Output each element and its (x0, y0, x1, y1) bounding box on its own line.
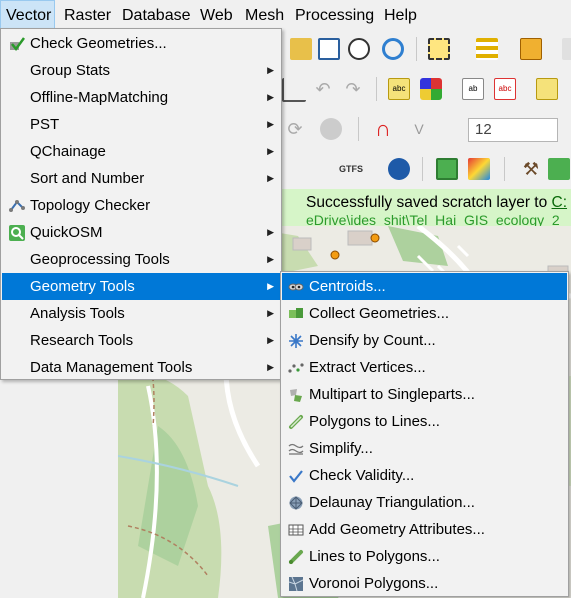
layers-panel (0, 378, 118, 598)
select-features-icon[interactable] (428, 38, 450, 60)
message-path: eDrive\ides_shit\Tel_Hai_GIS_ecology_2 (306, 212, 560, 227)
clock-icon[interactable] (348, 38, 370, 60)
rotate-icon[interactable] (320, 118, 342, 140)
toolbar-row-2: ↶ ↷ abc ab abc (280, 69, 571, 109)
vertex-tool-icon[interactable]: ⟳ (284, 118, 306, 140)
menu-database[interactable]: Database (117, 0, 196, 29)
menu-item-sort-and-number[interactable]: Sort and Number ▶ (2, 165, 280, 192)
menu-item-delaunay-triangulation[interactable]: Delaunay Triangulation... (282, 489, 567, 516)
gtfs-icon[interactable]: GTFS (336, 158, 366, 180)
menu-item-collect-geometries[interactable]: Collect Geometries... (282, 300, 567, 327)
menu-item-densify-by-count[interactable]: Densify by Count... (282, 327, 567, 354)
submenu-arrow-icon: ▶ (267, 254, 274, 264)
move-label-icon[interactable] (536, 78, 558, 100)
check-geometries-icon (10, 37, 25, 52)
menu-item-data-management-tools[interactable]: Data Management Tools ▶ (2, 354, 280, 381)
menu-processing[interactable]: Processing (290, 0, 379, 29)
collect-geometries-icon (289, 308, 303, 318)
digitize-icon[interactable] (282, 78, 306, 102)
menu-help[interactable]: Help (379, 0, 422, 29)
submenu-arrow-icon: ▶ (267, 146, 274, 156)
submenu-arrow-icon: ▶ (267, 92, 274, 102)
label-icon[interactable]: abc (388, 78, 410, 100)
menu-item-check-geometries[interactable]: Check Geometries... (2, 30, 280, 57)
lines-to-polygons-icon (289, 550, 303, 564)
topology-checker-icon (9, 200, 25, 212)
polygons-to-lines-icon (289, 415, 303, 429)
menu-item-qchainage[interactable]: QChainage ▶ (2, 138, 280, 165)
menu-web[interactable]: Web (195, 0, 238, 29)
densify-icon (289, 334, 303, 348)
hide-label-icon[interactable]: abc (494, 78, 516, 100)
check-validity-icon (289, 470, 303, 483)
menu-item-check-validity[interactable]: Check Validity... (282, 462, 567, 489)
save-project-icon[interactable] (290, 38, 312, 60)
menu-item-geometry-tools[interactable]: Geometry Tools ▶ (2, 273, 280, 300)
menu-mesh[interactable]: Mesh (240, 0, 289, 29)
menu-item-add-geometry-attributes[interactable]: Add Geometry Attributes... (282, 516, 567, 543)
menu-item-polygons-to-lines[interactable]: Polygons to Lines... (282, 408, 567, 435)
bookmark-icon[interactable] (318, 38, 340, 60)
menu-bar: Vector Raster Database Web Mesh Processi… (0, 0, 571, 29)
geometry-tools-submenu: Centroids... Collect Geometries... Densi… (280, 271, 569, 597)
overflow-icon[interactable] (562, 38, 571, 60)
menu-item-lines-to-polygons[interactable]: Lines to Polygons... (282, 543, 567, 570)
menu-item-offline-mapmatching[interactable]: Offline-MapMatching ▶ (2, 84, 280, 111)
extract-vertices-icon (288, 363, 304, 373)
menu-item-research-tools[interactable]: Research Tools ▶ (2, 327, 280, 354)
menu-item-topology-checker[interactable]: Topology Checker (2, 192, 280, 219)
toolbar-row-1 (280, 29, 571, 69)
submenu-arrow-icon: ▶ (267, 65, 274, 75)
bus-icon[interactable] (388, 158, 410, 180)
menu-item-group-stats[interactable]: Group Stats ▶ (2, 57, 280, 84)
menu-vector[interactable]: Vector (0, 0, 55, 29)
menu-item-geoprocessing-tools[interactable]: Geoprocessing Tools ▶ (2, 246, 280, 273)
pin-label-icon[interactable]: ab (462, 78, 484, 100)
delaunay-icon (289, 496, 303, 510)
multipart-icon (290, 389, 302, 402)
menu-item-analysis-tools[interactable]: Analysis Tools ▶ (2, 300, 280, 327)
diagram-icon[interactable] (420, 78, 442, 100)
submenu-arrow-icon: ▶ (267, 281, 274, 291)
snapping-tolerance-input[interactable]: 12 (468, 118, 558, 142)
message-bar: Successfully saved scratch layer to C: e… (280, 189, 571, 227)
message-text: Successfully saved scratch layer to (306, 194, 552, 211)
menu-item-centroids[interactable]: Centroids... (282, 273, 567, 300)
toolbar-row-4: GTFS ⚒ (280, 149, 571, 189)
submenu-arrow-icon: ▶ (267, 119, 274, 129)
plugin-icon[interactable] (548, 158, 570, 180)
quickosm-toolbar-icon[interactable] (436, 158, 458, 180)
menu-item-quickosm[interactable]: QuickOSM ▶ (2, 219, 280, 246)
add-geometry-attributes-icon (288, 524, 304, 536)
message-link[interactable]: C: (552, 194, 568, 211)
toolbar-row-3: ⟳ ∩ V 12 (280, 109, 571, 149)
snapping-vertex-icon[interactable]: V (408, 118, 430, 140)
hammer-icon[interactable]: ⚒ (520, 158, 542, 180)
menu-item-voronoi-polygons[interactable]: Voronoi Polygons... (282, 570, 567, 597)
paint-icon[interactable] (468, 158, 490, 180)
submenu-arrow-icon: ▶ (267, 173, 274, 183)
submenu-arrow-icon: ▶ (267, 308, 274, 318)
quickosm-icon (9, 225, 25, 241)
menu-item-extract-vertices[interactable]: Extract Vertices... (282, 354, 567, 381)
centroids-icon (288, 283, 304, 291)
attribute-table-icon[interactable] (476, 38, 498, 60)
menu-raster[interactable]: Raster (59, 0, 116, 29)
toolbar-area: ↶ ↷ abc ab abc ⟳ ∩ V 12 GTFS ⚒ (280, 29, 571, 189)
vector-menu: Check Geometries... Group Stats ▶ Offlin… (0, 28, 282, 380)
undo-icon[interactable]: ↶ (312, 78, 334, 100)
simplify-icon (288, 443, 304, 455)
menu-item-multipart-to-singleparts[interactable]: Multipart to Singleparts... (282, 381, 567, 408)
menu-item-simplify[interactable]: Simplify... (282, 435, 567, 462)
voronoi-icon (288, 576, 304, 592)
menu-item-pst[interactable]: PST ▶ (2, 111, 280, 138)
refresh-icon[interactable] (382, 38, 404, 60)
submenu-arrow-icon: ▶ (267, 335, 274, 345)
submenu-arrow-icon: ▶ (267, 362, 274, 372)
redo-icon[interactable]: ↷ (342, 78, 364, 100)
snapping-magnet-icon[interactable]: ∩ (372, 118, 394, 140)
submenu-arrow-icon: ▶ (267, 227, 274, 237)
layer-style-icon[interactable] (520, 38, 542, 60)
